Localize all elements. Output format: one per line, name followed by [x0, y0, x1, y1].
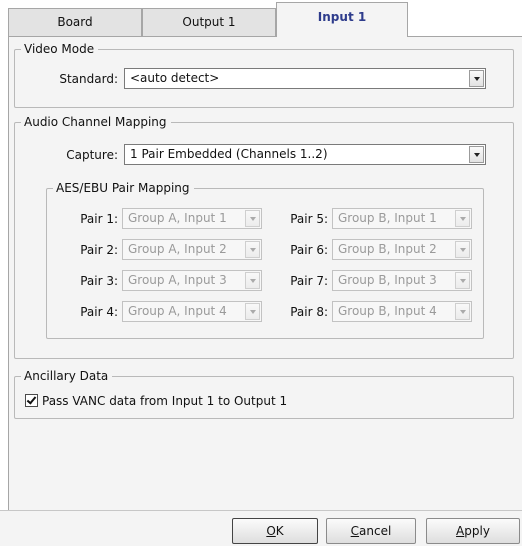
pair-1-value: Group A, Input 1 — [128, 211, 227, 225]
ok-button[interactable]: OK — [232, 518, 318, 544]
chevron-down-icon — [245, 272, 260, 289]
cancel-mnemonic: C — [350, 524, 360, 538]
pair-4-value: Group A, Input 4 — [128, 304, 227, 318]
capture-dropdown[interactable]: 1 Pair Embedded (Channels 1..2) — [124, 144, 486, 165]
pair-3-value: Group A, Input 3 — [128, 273, 227, 287]
pair-7-value: Group B, Input 3 — [338, 273, 437, 287]
pass-vanc-label: Pass VANC data from Input 1 to Output 1 — [42, 394, 288, 408]
pair-3-label: Pair 3: — [80, 274, 118, 288]
pair-2-dropdown: Group A, Input 2 — [122, 239, 262, 260]
pair-8-label: Pair 8: — [290, 305, 328, 319]
pair-1-dropdown: Group A, Input 1 — [122, 208, 262, 229]
standard-value: <auto detect> — [130, 71, 220, 85]
pair-6-value: Group B, Input 2 — [338, 242, 437, 256]
cancel-button[interactable]: Cancel — [326, 518, 416, 544]
tab-board[interactable]: Board — [8, 8, 142, 36]
ancillary-data-legend: Ancillary Data — [24, 369, 109, 383]
chevron-down-icon — [245, 241, 260, 258]
chevron-down-icon[interactable] — [469, 146, 484, 163]
pair-4-dropdown: Group A, Input 4 — [122, 301, 262, 322]
ok-label: K — [275, 524, 284, 538]
standard-dropdown[interactable]: <auto detect> — [124, 68, 486, 89]
tab-output-1[interactable]: Output 1 — [142, 8, 276, 36]
pair-3-dropdown: Group A, Input 3 — [122, 270, 262, 291]
pair-8-value: Group B, Input 4 — [338, 304, 437, 318]
apply-label: pply — [464, 524, 490, 538]
aes-ebu-pair-mapping-legend: AES/EBU Pair Mapping — [56, 181, 190, 195]
chevron-down-icon — [245, 210, 260, 227]
chevron-down-icon — [455, 272, 470, 289]
capture-label: Capture: — [66, 148, 118, 162]
chevron-down-icon — [455, 303, 470, 320]
apply-button[interactable]: Apply — [426, 518, 520, 544]
pass-vanc-option[interactable]: Pass VANC data from Input 1 to Output 1 — [25, 394, 287, 408]
pair-5-value: Group B, Input 1 — [338, 211, 437, 225]
pair-5-dropdown: Group B, Input 1 — [332, 208, 472, 229]
pair-1-label: Pair 1: — [80, 212, 118, 226]
input-settings-dialog: Board Output 1 Input 1 Video Mode Standa… — [0, 0, 522, 546]
tab-bar: Board Output 1 Input 1 — [0, 0, 522, 37]
standard-label: Standard: — [59, 72, 118, 86]
pair-6-dropdown: Group B, Input 2 — [332, 239, 472, 260]
pair-7-dropdown: Group B, Input 3 — [332, 270, 472, 291]
chevron-down-icon — [455, 241, 470, 258]
capture-value: 1 Pair Embedded (Channels 1..2) — [130, 147, 328, 161]
tab-input-1[interactable]: Input 1 — [276, 2, 408, 37]
video-mode-legend: Video Mode — [24, 42, 95, 56]
chevron-down-icon — [455, 210, 470, 227]
pair-5-label: Pair 5: — [290, 212, 328, 226]
pair-2-value: Group A, Input 2 — [128, 242, 227, 256]
audio-channel-mapping-legend: Audio Channel Mapping — [24, 115, 167, 129]
pair-8-dropdown: Group B, Input 4 — [332, 301, 472, 322]
pair-4-label: Pair 4: — [80, 305, 118, 319]
pair-6-label: Pair 6: — [290, 243, 328, 257]
pair-7-label: Pair 7: — [290, 274, 328, 288]
pair-2-label: Pair 2: — [80, 243, 118, 257]
ok-mnemonic: O — [266, 524, 276, 538]
cancel-label: ancel — [359, 524, 392, 538]
chevron-down-icon[interactable] — [469, 70, 484, 87]
pass-vanc-checkbox[interactable] — [25, 394, 38, 407]
chevron-down-icon — [245, 303, 260, 320]
